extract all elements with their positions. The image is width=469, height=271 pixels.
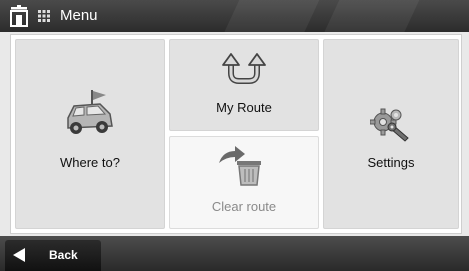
clear-route-button[interactable]: Clear route	[169, 136, 319, 229]
home-icon[interactable]	[8, 5, 30, 27]
where-to-button[interactable]: Where to?	[15, 39, 165, 229]
back-button[interactable]: Back	[5, 240, 101, 271]
my-route-button[interactable]: My Route	[169, 39, 319, 131]
u-turn-arrows-icon	[222, 53, 266, 84]
titlebar-stripe	[316, 0, 424, 32]
where-to-label: Where to?	[60, 155, 120, 170]
my-route-label: My Route	[216, 100, 272, 115]
titlebar-stripe	[216, 0, 324, 32]
back-label: Back	[49, 248, 78, 262]
page-title: Menu	[60, 7, 98, 24]
title-bar: Menu	[0, 0, 469, 32]
bottom-bar: Back	[0, 236, 469, 271]
clear-route-label: Clear route	[211, 199, 277, 214]
trash-arrow-icon	[219, 146, 261, 186]
grid-icon	[38, 10, 50, 22]
gears-wrench-icon	[370, 108, 409, 142]
settings-label: Settings	[367, 155, 415, 170]
left-triangle-icon	[13, 248, 25, 262]
menu-screen: Menu Where to? My Route Clear route Sett…	[0, 0, 469, 271]
settings-button[interactable]: Settings	[323, 39, 459, 229]
menu-panel: Where to? My Route Clear route Settings	[10, 34, 462, 234]
car-destination-icon	[67, 90, 113, 134]
